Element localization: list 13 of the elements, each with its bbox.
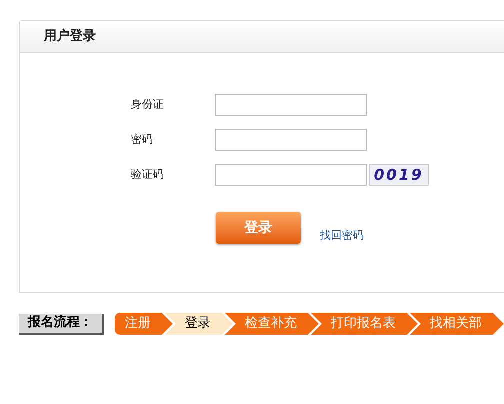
process-step: 打印报名表 <box>311 313 418 335</box>
input-field[interactable] <box>215 129 367 151</box>
process-label: 报名流程： <box>19 314 104 334</box>
field-label: 身份证 <box>131 96 165 113</box>
captcha-image: 0019 <box>369 164 429 186</box>
recover-password-link[interactable]: 找回密码 <box>320 228 364 244</box>
field-label: 验证码 <box>131 166 165 183</box>
process-step: 找相关部 <box>410 313 504 335</box>
process-step: 检查补充 <box>225 313 319 335</box>
panel-title: 用户登录 <box>44 28 96 46</box>
input-field[interactable] <box>215 94 367 116</box>
field-label: 密码 <box>131 132 154 148</box>
input-field[interactable] <box>215 164 367 186</box>
